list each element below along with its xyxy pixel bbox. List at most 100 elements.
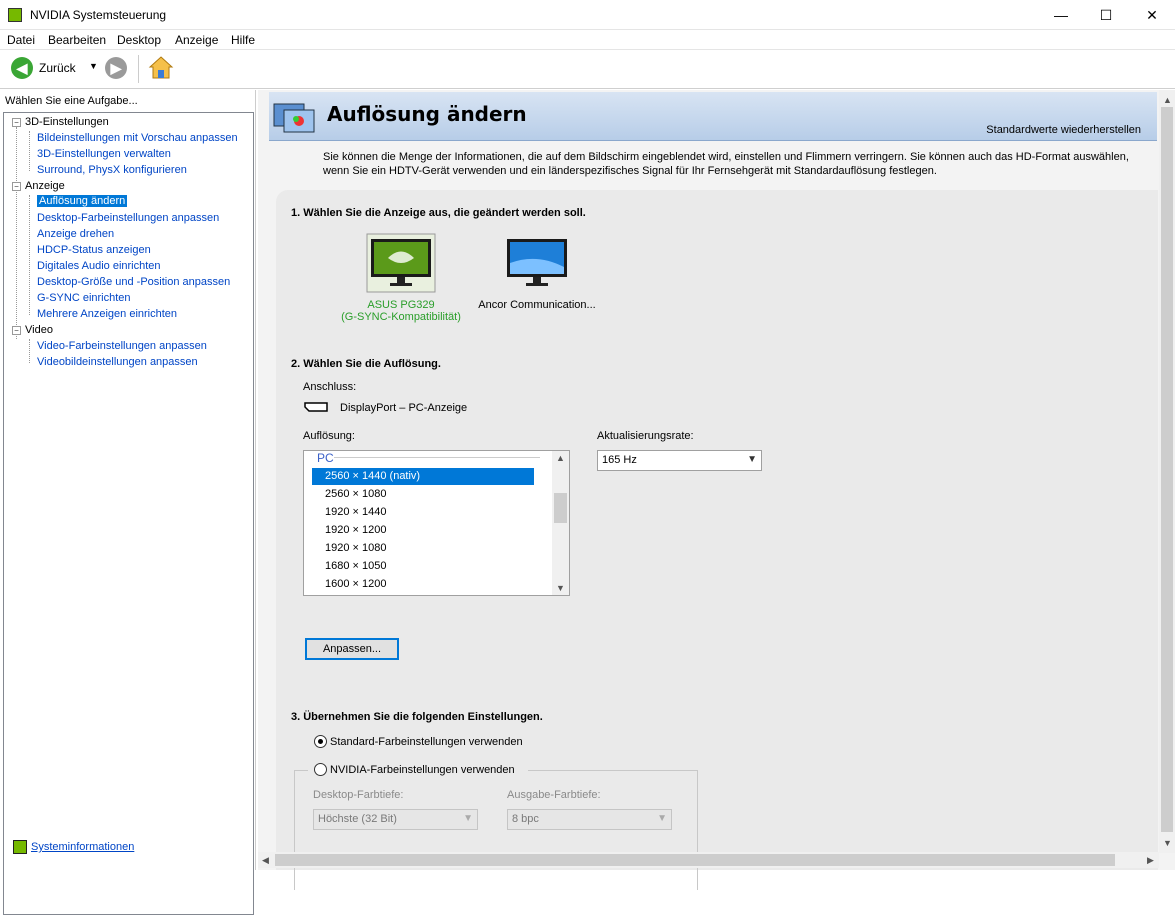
- monitor-icon: [507, 239, 567, 286]
- collapse-icon[interactable]: −: [12, 326, 21, 335]
- window-title: NVIDIA Systemsteuerung: [30, 8, 167, 22]
- customize-button[interactable]: Anpassen...: [305, 638, 399, 660]
- restore-defaults-link[interactable]: Standardwerte wiederherstellen: [986, 124, 1141, 136]
- step2-heading: 2. Wählen Sie die Auflösung.: [291, 358, 441, 370]
- resolution-scrollbar[interactable]: ▲ ▼: [552, 451, 569, 595]
- page-title: Auflösung ändern: [327, 102, 527, 126]
- resolution-option[interactable]: 1920 × 1440: [325, 506, 386, 518]
- menu-anzeige[interactable]: Anzeige: [175, 33, 218, 47]
- collapse-icon[interactable]: −: [12, 118, 21, 127]
- scrollbar-thumb[interactable]: [554, 493, 567, 523]
- display-name: ASUS PG329: [367, 299, 435, 311]
- chevron-down-icon: ▼: [463, 813, 473, 824]
- intro-text: Sie können die Menge der Informationen, …: [323, 151, 1129, 177]
- horizontal-scrollbar[interactable]: ◀ ▶: [258, 852, 1159, 868]
- color-depth-label: Desktop-Farbtiefe:: [313, 789, 404, 801]
- display-ancor[interactable]: Ancor Communication...: [472, 233, 602, 311]
- color-depth-dropdown[interactable]: Höchste (32 Bit) ▼: [313, 809, 478, 830]
- minimize-button[interactable]: —: [1038, 0, 1084, 30]
- home-icon[interactable]: [148, 55, 174, 81]
- display-asus-pg329[interactable]: ASUS PG329 (G-SYNC-Kompatibilität): [336, 233, 466, 323]
- scroll-down-icon[interactable]: ▼: [1163, 838, 1172, 848]
- tree-item-desktop-farbeinstellungen[interactable]: Desktop-Farbeinstellungen anpassen: [37, 212, 219, 224]
- scrollbar-thumb[interactable]: [275, 854, 1115, 866]
- nvidia-app-icon: [8, 8, 22, 22]
- resolution-option[interactable]: 1920 × 1080: [325, 542, 386, 554]
- menu-datei[interactable]: Datei: [7, 33, 35, 47]
- tree-item-hdcp-status[interactable]: HDCP-Status anzeigen: [37, 244, 151, 256]
- output-depth-label: Ausgabe-Farbtiefe:: [507, 789, 601, 801]
- resolution-option[interactable]: 1920 × 1200: [325, 524, 386, 536]
- scroll-left-icon[interactable]: ◀: [262, 855, 269, 866]
- radio-default-colors-label[interactable]: Standard-Farbeinstellungen verwenden: [330, 736, 523, 748]
- refresh-rate-value: 165 Hz: [602, 454, 637, 466]
- page-header: Auflösung ändern Standardwerte wiederher…: [269, 92, 1157, 141]
- radio-nvidia-colors[interactable]: [314, 763, 327, 776]
- output-depth-dropdown[interactable]: 8 bpc ▼: [507, 809, 672, 830]
- scroll-up-icon[interactable]: ▲: [1163, 95, 1172, 105]
- chevron-down-icon: ▼: [657, 813, 667, 824]
- nvidia-color-groupbox: [294, 770, 698, 890]
- tree-item-videobildeinstellungen[interactable]: Videobildeinstellungen anpassen: [37, 356, 198, 368]
- tree-item-aufloesung-aendern[interactable]: Auflösung ändern: [37, 195, 128, 207]
- close-button[interactable]: ✕: [1129, 0, 1175, 30]
- tree-item-gsync[interactable]: G-SYNC einrichten: [37, 292, 131, 304]
- tree-item-desktop-groesse[interactable]: Desktop-Größe und -Position anpassen: [37, 276, 230, 288]
- radio-default-colors[interactable]: [314, 735, 327, 748]
- menu-bar: Datei Bearbeiten Desktop Anzeige Hilfe: [0, 30, 1175, 50]
- connector-label: Anschluss:: [303, 381, 357, 393]
- collapse-icon[interactable]: −: [12, 182, 21, 191]
- toolbar-divider: [138, 55, 139, 83]
- radio-selected-dot: [318, 739, 323, 744]
- resolution-option[interactable]: 2560 × 1080: [325, 488, 386, 500]
- system-info-link[interactable]: Systeminformationen: [31, 841, 134, 853]
- step1-heading: 1. Wählen Sie die Anzeige aus, die geänd…: [291, 207, 586, 219]
- tree-category-video[interactable]: Video: [25, 324, 53, 336]
- display-name: Ancor Communication...: [478, 299, 596, 311]
- scroll-up-icon[interactable]: ▲: [556, 453, 565, 463]
- tree-item-bildeinstellungen[interactable]: Bildeinstellungen mit Vorschau anpassen: [37, 132, 238, 144]
- main-content: Auflösung ändern Standardwerte wiederher…: [258, 90, 1175, 890]
- task-tree[interactable]: − 3D-Einstellungen Bildeinstellungen mit…: [3, 112, 254, 915]
- refresh-rate-dropdown[interactable]: 165 Hz ▼: [597, 450, 762, 471]
- settings-panel: 1. Wählen Sie die Anzeige aus, die geänd…: [276, 190, 1158, 890]
- resolution-option[interactable]: 2560 × 1440 (nativ): [325, 470, 420, 482]
- scroll-down-icon[interactable]: ▼: [556, 583, 565, 593]
- resolution-listbox[interactable]: PC 2560 × 1440 (nativ) 2560 × 1080 1920 …: [303, 450, 570, 596]
- tree-item-video-farbeinstellungen[interactable]: Video-Farbeinstellungen anpassen: [37, 340, 207, 352]
- tree-category-anzeige[interactable]: Anzeige: [25, 180, 65, 192]
- nvidia-info-icon: [13, 840, 27, 854]
- tree-connector: [29, 195, 30, 315]
- back-history-dropdown-icon[interactable]: ▼: [89, 61, 98, 71]
- display-subtitle: (G-SYNC-Kompatibilität): [341, 311, 461, 323]
- tree-item-3d-verwalten[interactable]: 3D-Einstellungen verwalten: [37, 148, 171, 160]
- maximize-button[interactable]: ☐: [1083, 0, 1129, 30]
- back-arrow-icon[interactable]: ◀: [11, 57, 33, 79]
- menu-hilfe[interactable]: Hilfe: [231, 33, 255, 47]
- monitor-icon: [366, 233, 436, 293]
- color-depth-value: Höchste (32 Bit): [318, 813, 397, 825]
- forward-arrow-icon[interactable]: ▶: [105, 57, 127, 79]
- task-panel-header: Wählen Sie eine Aufgabe...: [5, 95, 138, 107]
- task-panel: Wählen Sie eine Aufgabe... − 3D-Einstell…: [0, 90, 256, 915]
- tree-category-3d[interactable]: 3D-Einstellungen: [25, 116, 109, 128]
- menu-bearbeiten[interactable]: Bearbeiten: [48, 33, 106, 47]
- back-button-label[interactable]: Zurück: [39, 61, 76, 75]
- displayport-icon: [304, 402, 328, 412]
- scrollbar-thumb[interactable]: [1161, 107, 1173, 832]
- scroll-right-icon[interactable]: ▶: [1147, 855, 1154, 866]
- menu-desktop[interactable]: Desktop: [117, 33, 161, 47]
- connector-value: DisplayPort – PC-Anzeige: [340, 402, 468, 414]
- vertical-scrollbar[interactable]: ▲ ▼: [1159, 90, 1175, 853]
- step3-heading: 3. Übernehmen Sie die folgenden Einstell…: [291, 711, 543, 723]
- title-bar: NVIDIA Systemsteuerung — ☐ ✕: [0, 0, 1175, 30]
- toolbar: ◀ Zurück ▼ ▶: [0, 51, 1175, 89]
- tree-item-surround-physx[interactable]: Surround, PhysX konfigurieren: [37, 164, 187, 176]
- tree-item-digitales-audio[interactable]: Digitales Audio einrichten: [37, 260, 161, 272]
- tree-item-mehrere-anzeigen[interactable]: Mehrere Anzeigen einrichten: [37, 308, 177, 320]
- resolution-label: Auflösung:: [303, 430, 355, 442]
- resolution-option[interactable]: 1680 × 1050: [325, 560, 386, 572]
- radio-nvidia-colors-label[interactable]: NVIDIA-Farbeinstellungen verwenden: [330, 764, 515, 776]
- resolution-option[interactable]: 1600 × 1200: [325, 578, 386, 590]
- tree-item-anzeige-drehen[interactable]: Anzeige drehen: [37, 228, 114, 240]
